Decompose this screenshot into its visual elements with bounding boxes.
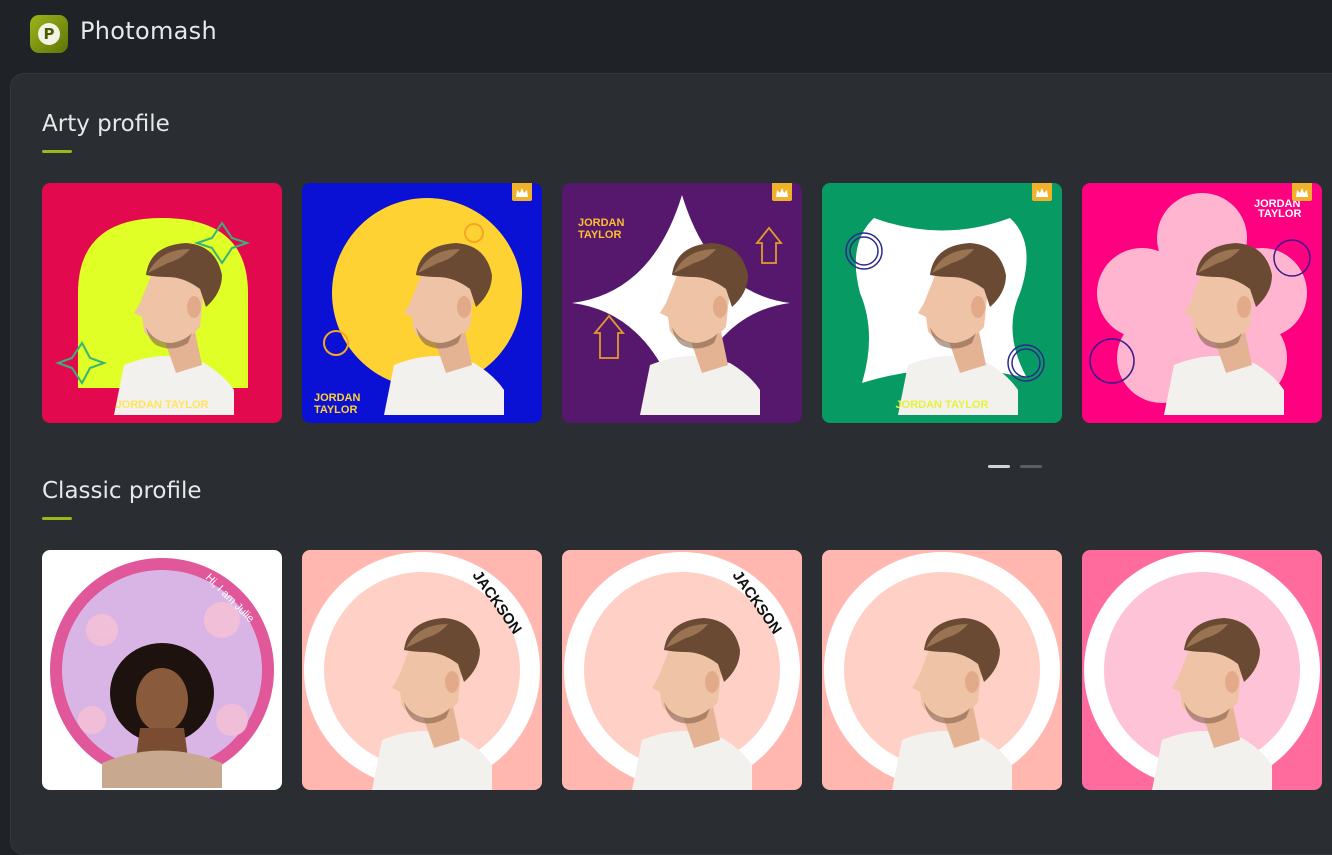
section-title-underline [42,517,72,520]
classic-template-card[interactable] [822,550,1062,790]
photomash-logo-icon[interactable]: P [30,15,68,53]
section-title-arty: Arty profile [42,111,170,137]
logo-letter: P [38,23,60,45]
card-name-line1: JORDAN [314,392,361,404]
classic-template-card[interactable]: JACKSON [302,550,542,790]
arty-template-card[interactable]: JORDAN TAYLOR [1082,183,1322,423]
crown-icon [512,183,532,201]
section-title-underline [42,150,72,153]
crown-icon [1292,183,1312,201]
classic-template-card[interactable]: Hi, I am Julie [42,550,282,790]
classic-template-card[interactable] [1082,550,1322,790]
card-name-line2: TAYLOR [578,229,621,241]
card-name-line2: TAYLOR [1258,208,1301,220]
crown-icon [772,183,792,201]
arty-template-card[interactable]: JORDAN TAYLOR [562,183,802,423]
app-title: Photomash [80,17,217,45]
arty-template-card[interactable]: JORDAN TAYLOR [42,183,282,423]
pagination-dot-active[interactable] [988,465,1010,468]
card-name-label: JORDAN TAYLOR [896,399,989,411]
section-title-classic: Classic profile [42,478,202,504]
top-bar: P Photomash [0,0,1332,72]
card-name-label: JORDAN TAYLOR [116,399,209,411]
card-name-line2: TAYLOR [314,404,357,416]
crown-icon [1032,183,1052,201]
classic-template-card[interactable]: JACKSON [562,550,802,790]
arty-template-card[interactable]: JORDAN TAYLOR [822,183,1062,423]
card-name-line1: JORDAN [578,217,625,229]
pagination-dot[interactable] [1020,465,1042,468]
carousel-pagination [988,465,1042,468]
arty-template-card[interactable]: JORDAN TAYLOR [302,183,542,423]
